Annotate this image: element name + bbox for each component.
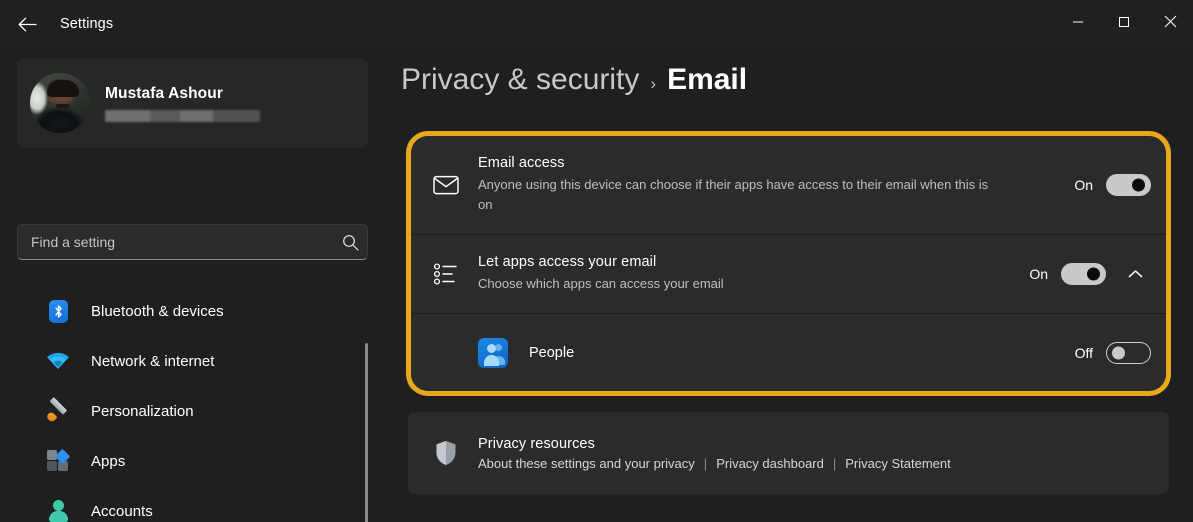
sidebar-item-bluetooth-devices[interactable]: Bluetooth & devices	[17, 286, 362, 336]
window-controls	[1055, 0, 1193, 48]
sidebar-item-label: Accounts	[91, 502, 153, 520]
settings-window: Settings Mustafa Ashour Find a setting B…	[0, 0, 1193, 522]
close-button[interactable]	[1147, 0, 1193, 48]
let-apps-subtitle: Choose which apps can access your email	[478, 275, 724, 291]
email-settings-card: Email access Anyone using this device ca…	[408, 136, 1169, 391]
people-app-icon	[478, 337, 508, 368]
link-privacy-dashboard[interactable]: Privacy dashboard	[716, 456, 824, 471]
privacy-resources-row: Privacy resources About these settings a…	[408, 412, 1169, 494]
sidebar-item-accounts[interactable]: Accounts	[17, 486, 362, 522]
breadcrumb-separator: ›	[650, 74, 657, 93]
breadcrumb: Privacy & security › Email	[401, 63, 747, 97]
sidebar-scrollbar[interactable]	[365, 343, 368, 522]
main-content: Privacy & security › Email Email access …	[372, 48, 1193, 522]
minimize-button[interactable]	[1055, 0, 1101, 48]
mail-icon	[430, 175, 462, 195]
avatar	[30, 73, 90, 133]
close-icon	[1164, 15, 1177, 33]
sidebar-item-apps[interactable]: Apps	[17, 436, 362, 486]
maximize-button[interactable]	[1101, 0, 1147, 48]
link-privacy-statement[interactable]: Privacy Statement	[845, 456, 951, 471]
title-bar: Settings	[0, 0, 1193, 48]
breadcrumb-parent[interactable]: Privacy & security	[401, 63, 639, 97]
link-about-settings-privacy[interactable]: About these settings and your privacy	[478, 456, 695, 471]
arrow-left-icon	[18, 17, 37, 32]
let-apps-toggle[interactable]	[1061, 263, 1106, 285]
list-icon	[430, 263, 462, 285]
search-box[interactable]	[17, 224, 368, 260]
app-title: Settings	[60, 16, 114, 32]
chevron-up-icon[interactable]	[1119, 258, 1151, 290]
sidebar-item-label: Apps	[91, 452, 126, 470]
email-access-title: Email access	[478, 154, 565, 171]
link-separator: |	[703, 455, 708, 471]
people-toggle-label: Off	[1074, 344, 1093, 361]
people-toggle[interactable]	[1106, 341, 1151, 364]
back-button[interactable]	[8, 8, 46, 40]
privacy-resources-card: Privacy resources About these settings a…	[408, 412, 1169, 494]
email-access-subtitle: Anyone using this device can choose if t…	[478, 176, 989, 212]
sidebar-item-personalization[interactable]: Personalization	[17, 386, 362, 436]
wifi-icon	[45, 348, 71, 374]
sidebar-item-label: Bluetooth & devices	[91, 302, 224, 320]
profile-email-redacted	[105, 109, 260, 122]
search-input[interactable]	[31, 234, 333, 250]
sidebar-item-label: Personalization	[91, 402, 194, 420]
let-apps-toggle-label: On	[1029, 266, 1048, 282]
email-access-toggle[interactable]	[1106, 174, 1151, 196]
person-icon	[45, 498, 71, 522]
let-apps-title: Let apps access your email	[478, 253, 657, 270]
sidebar: Mustafa Ashour Find a setting Bluetooth …	[0, 48, 372, 522]
let-apps-access-email-row[interactable]: Let apps access your email Choose which …	[408, 235, 1169, 313]
paintbrush-icon	[45, 397, 71, 424]
privacy-resources-title: Privacy resources	[478, 435, 595, 452]
sidebar-item-network-internet[interactable]: Network & internet	[17, 336, 362, 386]
apps-icon	[45, 448, 71, 474]
privacy-resources-links: About these settings and your privacy | …	[478, 456, 1151, 471]
profile-card[interactable]: Mustafa Ashour	[17, 58, 368, 148]
sidebar-nav: Bluetooth & devices Network & internet P…	[0, 286, 372, 522]
search-icon[interactable]	[333, 234, 367, 251]
shield-icon	[430, 440, 462, 466]
maximize-icon	[1118, 15, 1130, 33]
page-title: Email	[667, 63, 748, 96]
sidebar-item-label: Network & internet	[91, 352, 215, 370]
email-access-toggle-label: On	[1074, 177, 1093, 193]
email-access-row[interactable]: Email access Anyone using this device ca…	[408, 136, 1169, 234]
profile-name: Mustafa Ashour	[105, 84, 223, 102]
app-name: People	[529, 344, 575, 361]
link-separator: |	[832, 455, 837, 471]
bluetooth-icon	[45, 298, 71, 324]
minimize-icon	[1072, 15, 1084, 33]
app-row-people[interactable]: People Off	[408, 314, 1169, 391]
